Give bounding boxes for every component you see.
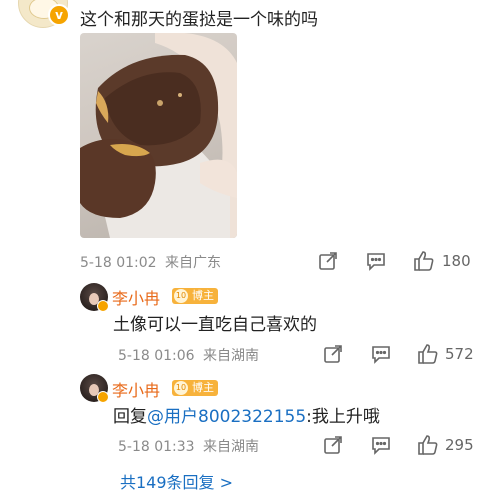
verified-icon [97,391,109,403]
comment-photo[interactable] [80,33,237,238]
reply-body: :我上升哦 [306,407,380,427]
reply-location: 来自湖南 [203,348,260,364]
like-count: 295 [445,436,474,454]
badge-label: 博主 [192,381,214,394]
verified-icon [97,300,109,312]
verified-icon: v [48,4,70,26]
reply-time: 5-18 01:33 [118,439,195,455]
post-time: 5-18 01:02 [80,255,157,271]
comment-icon[interactable] [366,251,386,271]
comment-icon[interactable] [371,435,391,455]
reply-text: 回复@用户8002322155:我上升哦 [113,402,380,427]
more-replies-link[interactable]: 共149条回复 > [120,469,233,493]
reply-username[interactable]: 李小冉 [112,285,160,309]
like-icon[interactable] [413,250,435,272]
like-icon[interactable] [417,434,439,456]
blogger-badge: 10 博主 [172,380,218,396]
mention-link[interactable]: @用户8002322155 [147,407,306,427]
like-count: 180 [442,252,471,270]
like-icon[interactable] [417,343,439,365]
reply-prefix: 回复 [113,407,147,427]
reply-time: 5-18 01:06 [118,348,195,364]
level-number: 10 [174,381,188,395]
comment-icon[interactable] [371,344,391,364]
share-icon[interactable] [323,344,343,364]
badge-label: 博主 [192,289,214,302]
post-location: 来自广东 [165,255,222,271]
reply-text: 土像可以一直吃自己喜欢的 [113,315,317,335]
share-icon[interactable] [323,435,343,455]
reply-location: 来自湖南 [203,439,260,455]
reply-username[interactable]: 李小冉 [112,377,160,401]
comment-text: 这个和那天的蛋挞是一个味的吗 [80,10,318,30]
blogger-badge: 10 博主 [172,288,218,304]
level-number: 10 [174,289,188,303]
share-icon[interactable] [318,251,338,271]
like-count: 572 [445,345,474,363]
